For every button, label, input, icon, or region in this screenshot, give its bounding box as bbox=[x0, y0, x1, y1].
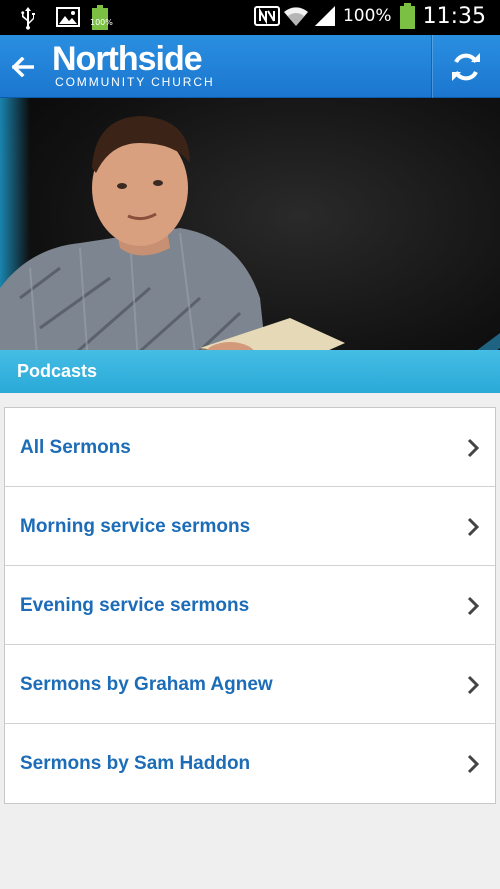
battery-icon bbox=[399, 3, 415, 29]
nfc-icon bbox=[253, 4, 280, 28]
chevron-right-icon bbox=[467, 754, 479, 774]
list-item-label: All Sermons bbox=[20, 437, 131, 458]
status-bar: 100% 100% 11:35 bbox=[0, 0, 500, 35]
list-item-evening-service[interactable]: Evening service sermons bbox=[5, 566, 495, 645]
podcast-list: All Sermons Morning service sermons Even… bbox=[4, 407, 496, 804]
wifi-icon bbox=[283, 4, 308, 28]
list-item-sam-haddon[interactable]: Sermons by Sam Haddon bbox=[5, 724, 495, 803]
refresh-button[interactable] bbox=[432, 35, 500, 98]
chevron-right-icon bbox=[467, 438, 479, 458]
list-item-graham-agnew[interactable]: Sermons by Graham Agnew bbox=[5, 645, 495, 724]
clock: 11:35 bbox=[422, 3, 486, 29]
list-item-label: Evening service sermons bbox=[20, 595, 250, 616]
battery-small-label: 100% bbox=[90, 18, 113, 27]
list-item-label: Sermons by Sam Haddon bbox=[20, 753, 251, 774]
list-item-all-sermons[interactable]: All Sermons bbox=[5, 408, 495, 487]
list-item-morning-service[interactable]: Morning service sermons bbox=[5, 487, 495, 566]
signal-icon bbox=[313, 4, 335, 28]
list-item-label: Morning service sermons bbox=[20, 516, 251, 537]
battery-icon: 100% bbox=[90, 5, 113, 30]
chevron-right-icon bbox=[467, 517, 479, 537]
logo-subtitle: COMMUNITY CHURCH bbox=[55, 75, 215, 89]
chevron-right-icon bbox=[467, 675, 479, 695]
section-header: Podcasts bbox=[0, 350, 500, 393]
church-logo: Northside COMMUNITY CHURCH bbox=[52, 41, 215, 89]
battery-percent: 100% bbox=[342, 6, 392, 26]
back-button[interactable] bbox=[8, 45, 38, 87]
chevron-right-icon bbox=[467, 596, 479, 616]
hero-image bbox=[0, 98, 500, 393]
refresh-icon bbox=[452, 53, 480, 81]
image-icon bbox=[56, 6, 80, 30]
list-item-label: Sermons by Graham Agnew bbox=[20, 674, 273, 695]
arrow-left-icon bbox=[12, 57, 34, 77]
preacher-photo bbox=[0, 116, 500, 393]
logo-name: Northside bbox=[52, 40, 203, 78]
section-title: Podcasts bbox=[17, 361, 98, 381]
app-bar: Northside COMMUNITY CHURCH bbox=[0, 35, 500, 98]
usb-icon bbox=[20, 6, 42, 30]
